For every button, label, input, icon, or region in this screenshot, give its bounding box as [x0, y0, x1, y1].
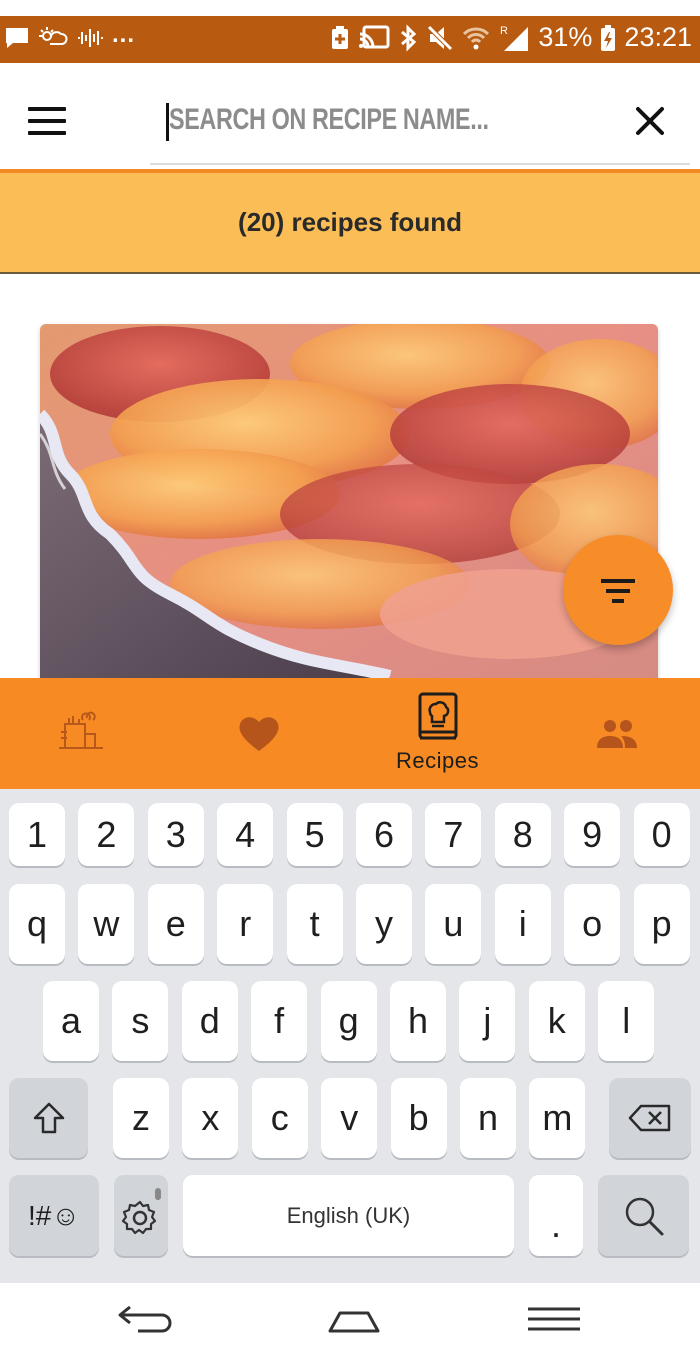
- search-placeholder: SEARCH ON RECIPE NAME...: [169, 103, 489, 136]
- backspace-key[interactable]: [609, 1078, 691, 1158]
- nav-label-recipes: Recipes: [396, 748, 479, 773]
- number-key[interactable]: 2: [78, 803, 135, 866]
- number-key[interactable]: 8: [494, 803, 551, 866]
- letter-key[interactable]: c: [251, 1078, 308, 1158]
- number-key[interactable]: 9: [564, 803, 621, 866]
- filter-button[interactable]: [563, 535, 673, 645]
- menu-icon-line: [28, 131, 66, 135]
- number-key[interactable]: 1: [9, 803, 65, 866]
- wifi-icon: [463, 27, 490, 49]
- soft-keyboard: 1234567890 qwertyuiop asdfghjkl zxcvbnm …: [0, 789, 700, 1283]
- letter-key[interactable]: m: [529, 1078, 586, 1158]
- pantry-icon: [59, 711, 103, 749]
- clock: 23:21: [624, 22, 692, 52]
- letter-key[interactable]: f: [251, 981, 308, 1061]
- back-icon[interactable]: [116, 1297, 180, 1337]
- audio-notification-icon: [78, 29, 103, 47]
- recents-icon[interactable]: [522, 1297, 586, 1337]
- letter-key[interactable]: q: [9, 884, 65, 964]
- menu-button[interactable]: [28, 107, 66, 135]
- number-key[interactable]: 4: [217, 803, 274, 866]
- nav-item-recipes[interactable]: Recipes: [350, 678, 525, 789]
- letter-key[interactable]: n: [460, 1078, 516, 1158]
- letter-key[interactable]: o: [564, 884, 621, 964]
- letter-key[interactable]: e: [147, 884, 204, 964]
- letter-key[interactable]: t: [286, 884, 343, 964]
- number-key[interactable]: 0: [633, 803, 690, 866]
- shift-icon: [33, 1102, 64, 1134]
- number-key[interactable]: 7: [425, 803, 482, 866]
- system-navigation-bar: [0, 1283, 700, 1348]
- search-key[interactable]: [598, 1175, 689, 1256]
- app-bar: SEARCH ON RECIPE NAME...: [0, 63, 700, 171]
- letter-key[interactable]: d: [181, 981, 238, 1061]
- letter-key[interactable]: r: [217, 884, 274, 964]
- letter-key[interactable]: v: [321, 1078, 378, 1158]
- battery-charging-icon: [601, 24, 616, 51]
- nav-item-community[interactable]: [525, 678, 700, 789]
- chat-notification-icon: [6, 28, 28, 48]
- people-icon: [597, 720, 637, 748]
- svg-text:R: R: [500, 25, 508, 37]
- letter-key[interactable]: a: [43, 981, 99, 1061]
- letter-key[interactable]: z: [113, 1078, 169, 1158]
- letter-key[interactable]: x: [182, 1078, 239, 1158]
- mute-icon: [427, 24, 454, 51]
- letter-key[interactable]: l: [598, 981, 655, 1061]
- letter-key[interactable]: k: [528, 981, 585, 1061]
- space-key[interactable]: English (UK): [183, 1175, 514, 1256]
- letter-key[interactable]: i: [494, 884, 551, 964]
- menu-icon-line: [28, 119, 66, 123]
- status-bar: ... R 31% 23:21: [0, 0, 700, 63]
- number-key[interactable]: 6: [356, 803, 412, 866]
- status-bar-top-strip: [0, 0, 700, 16]
- signal-roaming-icon: R: [500, 25, 529, 51]
- number-key[interactable]: 5: [286, 803, 343, 866]
- menu-icon-line: [28, 107, 66, 111]
- letter-key[interactable]: g: [320, 981, 377, 1061]
- number-key[interactable]: 3: [147, 803, 204, 866]
- battery-percentage: 31%: [538, 22, 593, 52]
- backspace-icon: [628, 1104, 671, 1132]
- letter-key[interactable]: s: [112, 981, 169, 1061]
- weather-notification-icon: [39, 27, 68, 45]
- heart-icon: [239, 717, 279, 751]
- home-icon[interactable]: [322, 1297, 386, 1337]
- letter-key[interactable]: y: [356, 884, 412, 964]
- recipe-book-icon: [418, 692, 458, 740]
- letter-key[interactable]: b: [390, 1078, 447, 1158]
- letter-key[interactable]: h: [390, 981, 446, 1061]
- search-icon: [625, 1197, 663, 1235]
- nav-item-favorites[interactable]: [175, 678, 350, 789]
- nav-item-pantry[interactable]: [0, 678, 175, 789]
- gear-icon: [121, 1187, 161, 1234]
- bottom-navigation: Recipes: [0, 678, 700, 789]
- shift-key[interactable]: [9, 1078, 88, 1158]
- symbols-key[interactable]: !#☺: [9, 1175, 99, 1256]
- filter-icon: [601, 579, 635, 603]
- search-field[interactable]: SEARCH ON RECIPE NAME...: [150, 93, 690, 165]
- letter-key[interactable]: j: [459, 981, 516, 1061]
- settings-voice-key[interactable]: [114, 1175, 168, 1256]
- results-banner: (20) recipes found: [0, 169, 700, 274]
- period-key[interactable]: .: [529, 1175, 583, 1256]
- more-notifications-indicator: ...: [112, 21, 136, 48]
- clear-search-button[interactable]: [632, 103, 668, 139]
- letter-key[interactable]: u: [425, 884, 482, 964]
- letter-key[interactable]: p: [633, 884, 690, 964]
- status-bar-body: ... R 31% 23:21: [0, 16, 700, 63]
- bluetooth-icon: [401, 23, 417, 52]
- results-count: (20) recipes found: [238, 207, 462, 237]
- cast-icon: [359, 25, 390, 48]
- battery-saver-icon: [332, 25, 349, 49]
- letter-key[interactable]: w: [78, 884, 135, 964]
